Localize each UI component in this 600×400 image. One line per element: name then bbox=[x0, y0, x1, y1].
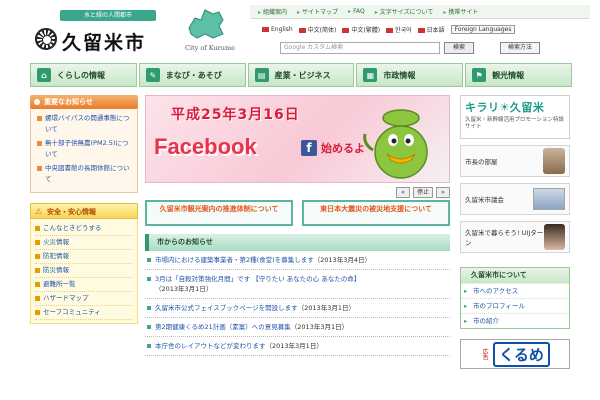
mayor-room-link[interactable]: 市長の部屋 bbox=[460, 145, 570, 177]
ad-text: くるめ bbox=[493, 341, 550, 367]
promo-subtitle: 久留米・新幹線活用プロモーション特設サイト bbox=[465, 117, 564, 130]
search-button[interactable]: 検索 bbox=[444, 42, 474, 54]
utility-link-mobile[interactable]: 携帯サイト bbox=[443, 7, 478, 16]
ad-banner[interactable]: 広告 くるめ bbox=[460, 339, 570, 369]
pencil-icon: ✎ bbox=[145, 68, 160, 82]
safety-header: 安全・安心情報 bbox=[30, 203, 138, 220]
list-item[interactable]: 市へのアクセス bbox=[461, 283, 569, 298]
list-item[interactable]: 市のプロフィール bbox=[461, 298, 569, 313]
list-item[interactable]: 市の紹介 bbox=[461, 313, 569, 328]
left-column: 重要なお知らせ 螺環バイパスの開通事態について 無十部子供無農(PM2.5)につ… bbox=[30, 95, 138, 324]
list-item[interactable]: こんなときどうする bbox=[35, 222, 133, 236]
city-seal-icon[interactable] bbox=[35, 28, 57, 50]
flag-icon bbox=[262, 27, 269, 32]
about-header: 久留米市について bbox=[461, 268, 569, 283]
list-item[interactable]: 中央図書館の長期休館について bbox=[37, 163, 133, 185]
sub-banner-disaster[interactable]: 東日本大震災の被災地支援について bbox=[302, 200, 450, 226]
safety-box: 安全・安心情報 こんなときどうする 火災情報 防犯情報 防災情報 避難所一覧 ハ… bbox=[30, 203, 138, 324]
language-bar: English 中文(简体) 中文(繁體) 한국어 日本語 Foreign La… bbox=[262, 25, 516, 34]
utility-link-textsize[interactable]: 文字サイズについて bbox=[375, 7, 434, 16]
ad-label: 広告 bbox=[481, 348, 489, 360]
lang-japanese[interactable]: 日本語 bbox=[417, 25, 445, 34]
important-notice-header: 重要なお知らせ bbox=[30, 95, 138, 109]
utility-link-org[interactable]: 組織案内 bbox=[258, 7, 287, 16]
mascot-icon bbox=[363, 109, 428, 179]
news-section: 市からのお知らせ 市場内における建築事業者・第2種(食堂)を募集します（2013… bbox=[145, 234, 450, 356]
banner-date: 平成25年3月16日 bbox=[171, 107, 300, 123]
city-map-icon bbox=[188, 9, 224, 39]
lang-korean[interactable]: 한국어 bbox=[386, 25, 412, 34]
foreign-languages-button[interactable]: Foreign Languages bbox=[450, 25, 516, 34]
city-logo-text[interactable]: 久留米市 bbox=[62, 28, 146, 55]
about-city-box: 久留米市について 市へのアクセス 市のプロフィール 市の紹介 bbox=[460, 267, 570, 329]
list-item[interactable]: 防災情報 bbox=[35, 264, 133, 278]
main-nav: ⌂ くらしの情報 ✎ まなび・あそび ▤ 産業・ビジネス ▦ 市政情報 ⚑ 観光情報 bbox=[30, 63, 572, 87]
banner-stop-button[interactable]: 停止 bbox=[412, 187, 433, 198]
nav-tab-business[interactable]: ▤ 産業・ビジネス bbox=[247, 63, 355, 87]
banner-controls: « 停止 » bbox=[145, 187, 450, 198]
avatar bbox=[543, 148, 565, 174]
flag-icon bbox=[386, 28, 394, 33]
banner-prev-button[interactable]: « bbox=[395, 187, 410, 198]
flag-icon bbox=[342, 28, 350, 33]
search-input[interactable]: Google カスタム検索 bbox=[280, 42, 440, 54]
sub-banners: 久留米市観光案内の推進体制について 東日本大震災の被災地支援について bbox=[145, 200, 450, 226]
safety-list: こんなときどうする 火災情報 防犯情報 防災情報 避難所一覧 ハザードマップ セ… bbox=[30, 219, 138, 324]
flag-icon: ⚑ bbox=[472, 68, 487, 82]
building-icon: ▦ bbox=[363, 68, 378, 82]
banner-facebook-text: Facebook bbox=[154, 134, 257, 159]
city-tagline: 水と緑の人間都市 bbox=[60, 10, 156, 21]
list-item[interactable]: 螺環バイパスの開通事態について bbox=[37, 113, 133, 135]
nav-tab-learning[interactable]: ✎ まなび・あそび bbox=[138, 63, 246, 87]
nav-tab-living[interactable]: ⌂ くらしの情報 bbox=[30, 63, 137, 87]
utility-nav: 組織案内 サイトマップ FAQ 文字サイズについて 携帯サイト bbox=[250, 5, 590, 19]
city-en-label: City of Kurume bbox=[185, 44, 235, 52]
news-item[interactable]: 市場内における建築事業者・第2種(食堂)を募集します（2013年3月4日） bbox=[145, 251, 450, 270]
factory-icon: ▤ bbox=[254, 68, 269, 82]
facebook-icon: f bbox=[301, 140, 317, 156]
list-item[interactable]: セーフコミュニティ bbox=[35, 306, 133, 320]
sub-banner-tourism[interactable]: 久留米市観光案内の推進体制について bbox=[145, 200, 293, 226]
house-icon: ⌂ bbox=[37, 68, 51, 82]
important-notice-list: 螺環バイパスの開通事態について 無十部子供無農(PM2.5)について 中央図書館… bbox=[30, 109, 138, 193]
nav-tab-tourism[interactable]: ⚑ 観光情報 bbox=[465, 63, 572, 87]
uij-turn-link[interactable]: 久留米で暮らそう! UIJターン bbox=[460, 221, 570, 253]
avatar bbox=[544, 224, 565, 250]
right-column: キラリ☀久留米 久留米・新幹線活用プロモーション特設サイト 市長の部屋 久留米市… bbox=[460, 95, 570, 369]
list-item[interactable]: 避難所一覧 bbox=[35, 278, 133, 292]
news-item[interactable]: 久留米市公式フェイスブックページを開設します（2013年3月1日） bbox=[145, 299, 450, 318]
utility-link-faq[interactable]: FAQ bbox=[348, 8, 365, 15]
utility-link-sitemap[interactable]: サイトマップ bbox=[297, 7, 338, 16]
lang-zh-tw[interactable]: 中文(繁體) bbox=[342, 25, 380, 34]
news-header: 市からのお知らせ bbox=[145, 234, 450, 251]
nav-tab-government[interactable]: ▦ 市政情報 bbox=[356, 63, 464, 87]
news-item[interactable]: 3月は「自殺対策強化月間」です 【守りたい あなたの心 あなたの命】 （2013年… bbox=[145, 270, 450, 299]
promo-title: キラリ☀久留米 bbox=[465, 101, 545, 114]
search-help-button[interactable]: 検索方法 bbox=[500, 42, 540, 54]
list-item[interactable]: 無十部子供無農(PM2.5)について bbox=[37, 138, 133, 160]
banner-next-button[interactable]: » bbox=[436, 187, 450, 198]
city-council-link[interactable]: 久留米市議会 bbox=[460, 183, 570, 215]
kirari-promo-banner[interactable]: キラリ☀久留米 久留米・新幹線活用プロモーション特設サイト bbox=[460, 95, 570, 139]
list-item[interactable]: 火災情報 bbox=[35, 236, 133, 250]
news-item[interactable]: 第2期健康くるめ21計画（素案）への意見募集（2013年3月1日） bbox=[145, 318, 450, 337]
flag-icon bbox=[298, 28, 306, 33]
site-header: 水と緑の人間都市 久留米市 City of Kurume 組織案内 サイトマップ… bbox=[0, 0, 600, 60]
list-item[interactable]: ハザードマップ bbox=[35, 292, 133, 306]
flag-icon bbox=[417, 28, 425, 33]
building-icon bbox=[533, 188, 565, 210]
list-item[interactable]: 防犯情報 bbox=[35, 250, 133, 264]
facebook-banner[interactable]: 平成25年3月16日 Facebook f 始めるよ bbox=[145, 95, 450, 183]
main-content: 平成25年3月16日 Facebook f 始めるよ « 停止 » 久留米市観光… bbox=[145, 95, 450, 356]
lang-zh-cn[interactable]: 中文(简体) bbox=[298, 25, 336, 34]
news-item[interactable]: 本庁舎のレイアウトなどが変わります（2013年3月1日） bbox=[145, 337, 450, 356]
lang-english[interactable]: English bbox=[262, 26, 293, 33]
